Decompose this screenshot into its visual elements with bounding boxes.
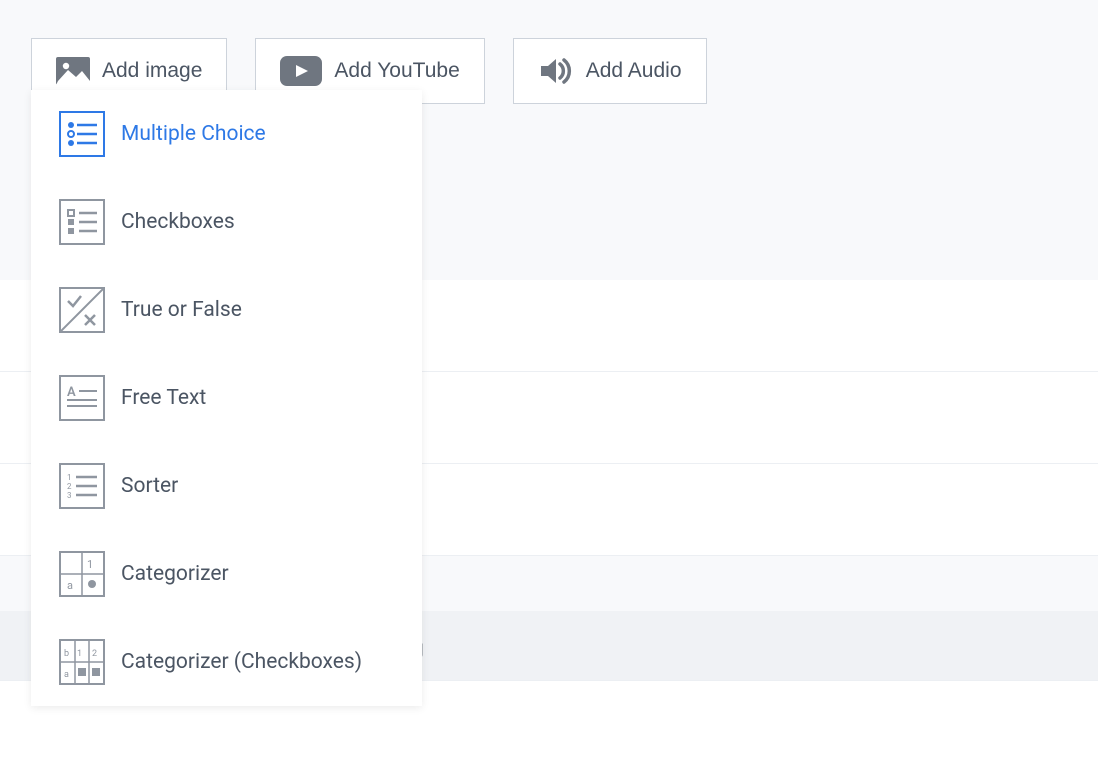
checkboxes-icon [59, 199, 105, 245]
svg-text:2: 2 [92, 649, 97, 659]
dropdown-item-free-text[interactable]: A Free Text [31, 354, 422, 442]
svg-text:2: 2 [67, 482, 72, 491]
dropdown-item-label: True or False [121, 298, 242, 322]
multiple-choice-icon [59, 111, 105, 157]
add-image-label: Add image [102, 59, 202, 83]
sorter-icon: 123 [59, 463, 105, 509]
svg-text:a: a [67, 579, 73, 592]
dropdown-item-sorter[interactable]: 123 Sorter [31, 442, 422, 530]
add-youtube-label: Add YouTube [334, 59, 459, 83]
dropdown-item-label: Multiple Choice [121, 122, 266, 146]
image-icon [56, 57, 90, 85]
svg-text:1: 1 [67, 473, 72, 482]
svg-text:1: 1 [87, 558, 93, 571]
dropdown-item-label: Checkboxes [121, 210, 235, 234]
dropdown-item-checkboxes[interactable]: Checkboxes [31, 178, 422, 266]
svg-text:3: 3 [67, 491, 72, 499]
svg-text:b: b [64, 649, 69, 659]
add-audio-button[interactable]: Add Audio [513, 38, 707, 104]
svg-text:a: a [64, 670, 69, 680]
dropdown-item-categorizer-checkboxes[interactable]: 12 a b Categorizer (Checkboxes) [31, 618, 422, 706]
dropdown-item-label: Categorizer (Checkboxes) [121, 650, 362, 674]
dropdown-item-categorizer[interactable]: 1a Categorizer [31, 530, 422, 618]
question-type-dropdown: Multiple Choice Checkboxes True or False… [31, 90, 422, 706]
audio-icon [538, 56, 574, 86]
free-text-icon: A [59, 375, 105, 421]
svg-text:1: 1 [77, 649, 82, 659]
categorizer-icon: 1a [59, 551, 105, 597]
dropdown-item-true-false[interactable]: True or False [31, 266, 422, 354]
youtube-icon [280, 56, 322, 86]
dropdown-item-label: Categorizer [121, 562, 229, 586]
add-audio-label: Add Audio [586, 59, 682, 83]
toolbar: Add image Add YouTube Add Audio [0, 0, 1098, 104]
true-false-icon [59, 287, 105, 333]
dropdown-item-multiple-choice[interactable]: Multiple Choice [31, 90, 422, 178]
dropdown-item-label: Free Text [121, 386, 206, 410]
categorizer-checkboxes-icon: 12 a b [59, 639, 105, 685]
dropdown-item-label: Sorter [121, 474, 178, 498]
svg-text:A: A [67, 385, 76, 400]
